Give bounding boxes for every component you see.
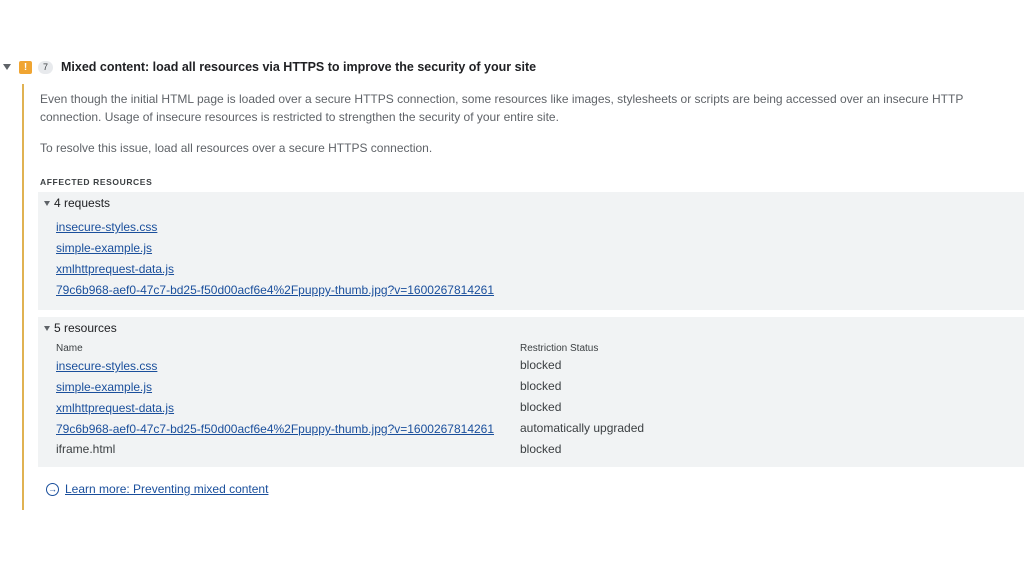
request-link[interactable]: insecure-styles.css <box>56 220 157 234</box>
resources-toggle[interactable]: 5 resources <box>44 321 117 335</box>
requests-toggle[interactable]: 4 requests <box>44 196 110 210</box>
issue-count-badge: 7 <box>38 61 53 74</box>
expand-toggle-icon[interactable] <box>3 64 11 70</box>
resources-section: 5 resources Name Restriction Status inse… <box>38 317 1024 467</box>
requests-count-label: 4 requests <box>54 196 111 210</box>
collapse-triangle-icon[interactable] <box>44 325 50 331</box>
restriction-status: blocked <box>520 379 562 393</box>
resources-count-label: 5 resources <box>54 321 117 335</box>
resource-name: iframe.html <box>56 442 116 456</box>
restriction-status: blocked <box>520 442 562 456</box>
warning-icon: ! <box>19 61 32 74</box>
issue-title[interactable]: Mixed content: load all resources via HT… <box>61 60 536 74</box>
issue-resolution: To resolve this issue, load all resource… <box>40 141 433 155</box>
request-link[interactable]: 79c6b968-aef0-47c7-bd25-f50d00acf6e4%2Fp… <box>56 283 494 297</box>
resource-name-link[interactable]: simple-example.js <box>56 380 152 394</box>
issue-description: Even though the initial HTML page is loa… <box>40 92 964 124</box>
column-header-name: Name <box>56 343 83 354</box>
issue-header[interactable]: ! 7 Mixed content: load all resources vi… <box>0 58 1024 78</box>
request-link[interactable]: xmlhttprequest-data.js <box>56 262 174 276</box>
request-link[interactable]: simple-example.js <box>56 241 152 255</box>
learn-more-link[interactable]: → Learn more: Preventing mixed content <box>46 481 268 497</box>
arrow-circle-icon: → <box>46 482 59 496</box>
mixed-content-issue: ! 7 Mixed content: load all resources vi… <box>0 58 1024 510</box>
affected-resources-heading: AFFECTED RESOURCES <box>40 177 153 187</box>
restriction-status: blocked <box>520 358 562 372</box>
issue-body: Even though the initial HTML page is loa… <box>22 84 1024 510</box>
resource-name-link[interactable]: 79c6b968-aef0-47c7-bd25-f50d00acf6e4%2Fp… <box>56 422 494 436</box>
resource-name-link[interactable]: xmlhttprequest-data.js <box>56 401 174 415</box>
column-header-restriction-status: Restriction Status <box>520 343 599 354</box>
requests-section: 4 requests insecure-styles.css simple-ex… <box>38 192 1024 310</box>
resource-name-link[interactable]: insecure-styles.css <box>56 359 157 373</box>
restriction-status: automatically upgraded <box>520 421 645 435</box>
restriction-status: blocked <box>520 400 562 414</box>
learn-more-label[interactable]: Learn more: Preventing mixed content <box>65 482 268 496</box>
collapse-triangle-icon[interactable] <box>44 200 50 206</box>
